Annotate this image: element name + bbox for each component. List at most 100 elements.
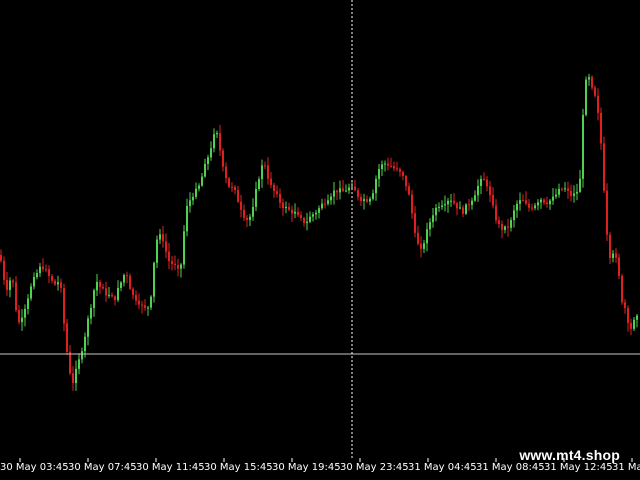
- candle-body: [132, 288, 134, 296]
- candle-body: [111, 294, 113, 297]
- candle-body: [303, 218, 305, 223]
- candle-body: [15, 282, 17, 310]
- candle-body: [60, 282, 62, 289]
- candle-body: [177, 264, 179, 269]
- candle-body: [102, 286, 104, 289]
- watermark-logo: www.mt4.shop: [519, 447, 620, 463]
- candle-body: [555, 194, 557, 197]
- candle-body: [156, 239, 158, 263]
- candle-body: [336, 190, 338, 193]
- candle-body: [6, 279, 8, 291]
- candle-body: [240, 201, 242, 210]
- candle-body: [462, 207, 464, 214]
- candle-body: [57, 282, 59, 285]
- candle-body: [567, 188, 569, 191]
- candle-body: [489, 186, 491, 196]
- candle-body: [276, 191, 278, 194]
- candle-body: [351, 186, 353, 188]
- candle-body: [408, 186, 410, 195]
- candle-body: [621, 275, 623, 303]
- candle-body: [306, 221, 308, 223]
- candle-body: [339, 188, 341, 193]
- candle-body: [630, 322, 632, 329]
- candle-body: [189, 200, 191, 206]
- candle-body: [510, 220, 512, 228]
- candle-body: [609, 234, 611, 258]
- candle-body: [513, 210, 515, 221]
- candle-body: [405, 175, 407, 187]
- candle-body: [39, 266, 41, 274]
- candle-body: [399, 169, 401, 172]
- candle-body: [96, 281, 98, 291]
- candle-body: [453, 200, 455, 204]
- candle-body: [210, 148, 212, 158]
- candle-body: [474, 195, 476, 201]
- candle-body: [30, 286, 32, 299]
- x-tick-label: 30 May 19:45: [272, 462, 341, 473]
- candle-body: [432, 215, 434, 223]
- x-tick-label: 30 May 03:45: [0, 462, 69, 473]
- candle-body: [198, 185, 200, 189]
- candle-body: [219, 133, 221, 151]
- candle-body: [72, 373, 74, 384]
- candle-body: [321, 203, 323, 209]
- candle-body: [576, 191, 578, 194]
- candle-body: [234, 186, 236, 191]
- candle-body: [606, 190, 608, 235]
- candle-body: [207, 157, 209, 164]
- candle-body: [147, 307, 149, 309]
- candle-body: [159, 234, 161, 240]
- candle-body: [402, 171, 404, 176]
- candle-body: [570, 190, 572, 196]
- candle-body: [633, 319, 635, 329]
- candle-body: [615, 253, 617, 258]
- candle-body: [123, 275, 125, 283]
- candle-body: [627, 308, 629, 323]
- candle-body: [483, 178, 485, 180]
- candle-body: [591, 77, 593, 88]
- candle-body: [12, 280, 14, 283]
- candle-body: [327, 200, 329, 204]
- candle-body: [63, 288, 65, 324]
- candle-body: [501, 224, 503, 230]
- candle-body: [396, 168, 398, 170]
- candle-body: [369, 198, 371, 202]
- candle-body: [318, 208, 320, 213]
- candle-body: [444, 204, 446, 206]
- candle-body: [282, 202, 284, 209]
- candle-body: [471, 200, 473, 205]
- candle-body: [582, 114, 584, 179]
- candle-body: [300, 215, 302, 219]
- candle-body: [0, 255, 2, 261]
- candle-body: [237, 190, 239, 202]
- candle-body: [597, 95, 599, 113]
- candle-body: [375, 178, 377, 194]
- candle-body: [126, 275, 128, 277]
- candle-body: [87, 318, 89, 337]
- candle-body: [579, 178, 581, 192]
- candle-body: [636, 315, 638, 320]
- candle-body: [267, 165, 269, 179]
- candle-body: [279, 193, 281, 203]
- candle-body: [429, 222, 431, 230]
- candle-body: [120, 282, 122, 289]
- candle-body: [69, 351, 71, 374]
- candle-body: [252, 206, 254, 217]
- candle-body: [324, 203, 326, 205]
- candle-body: [255, 188, 257, 207]
- candle-body: [33, 277, 35, 287]
- candle-body: [27, 298, 29, 309]
- candle-body: [180, 264, 182, 269]
- x-tick-label: 31 May 12:45: [544, 462, 613, 473]
- candle-body: [117, 288, 119, 301]
- candle-body: [552, 196, 554, 201]
- candle-body: [594, 87, 596, 96]
- candle-body: [264, 165, 266, 167]
- candlestick-chart[interactable]: 30 May 03:45 30 May 07:45 30 May 11:45 30 M…: [0, 0, 640, 480]
- candle-body: [363, 199, 365, 201]
- candle-body: [393, 166, 395, 169]
- candle-body: [519, 200, 521, 204]
- candle-body: [75, 368, 77, 384]
- candle-body: [165, 241, 167, 252]
- candle-body: [504, 226, 506, 230]
